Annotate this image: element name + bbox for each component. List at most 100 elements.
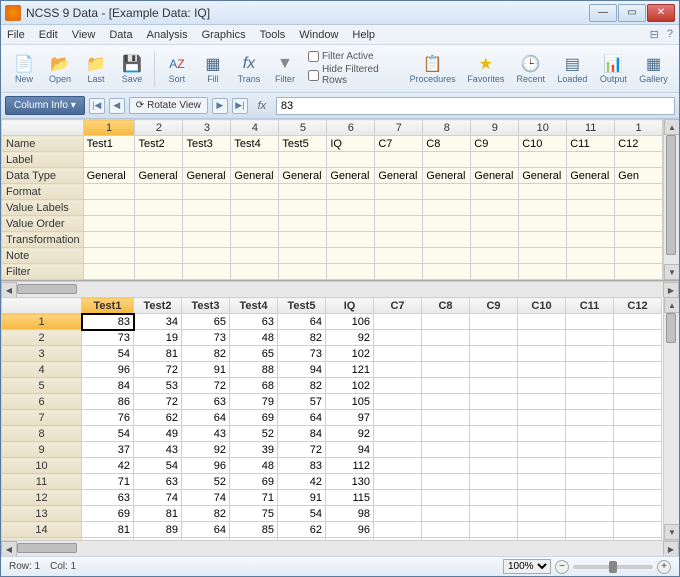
- data-col-header[interactable]: Test5: [278, 298, 326, 314]
- nav-first[interactable]: |◀: [89, 98, 105, 114]
- info-cell[interactable]: [231, 248, 279, 264]
- data-cell[interactable]: [374, 394, 422, 410]
- data-cell[interactable]: [374, 522, 422, 538]
- info-cell[interactable]: [83, 216, 135, 232]
- data-cell[interactable]: 54: [278, 506, 326, 522]
- data-cell[interactable]: [422, 314, 470, 330]
- data-cell[interactable]: 48: [230, 458, 278, 474]
- data-cell[interactable]: [374, 410, 422, 426]
- info-cell[interactable]: [471, 216, 519, 232]
- data-cell[interactable]: 69: [230, 474, 278, 490]
- trans-button[interactable]: fxTrans: [232, 48, 266, 90]
- formula-bar[interactable]: 83: [276, 97, 675, 115]
- data-cell[interactable]: [518, 314, 566, 330]
- data-cell[interactable]: [566, 314, 614, 330]
- data-cell[interactable]: 91: [278, 490, 326, 506]
- data-cell[interactable]: [566, 538, 614, 541]
- data-cell[interactable]: 42: [278, 474, 326, 490]
- info-cell[interactable]: [423, 152, 471, 168]
- data-cell[interactable]: 72: [182, 538, 230, 541]
- zoom-slider[interactable]: [573, 565, 653, 569]
- maximize-button[interactable]: ▭: [618, 4, 646, 22]
- data-cell[interactable]: [614, 314, 662, 330]
- data-cell[interactable]: 48: [230, 330, 278, 346]
- loaded-button[interactable]: ▤Loaded: [552, 48, 592, 90]
- data-cell[interactable]: [518, 330, 566, 346]
- info-cell[interactable]: [279, 232, 327, 248]
- data-cell[interactable]: [422, 362, 470, 378]
- info-cell[interactable]: [615, 152, 663, 168]
- info-cell[interactable]: [615, 232, 663, 248]
- data-cell[interactable]: 92: [326, 426, 374, 442]
- info-cell[interactable]: [231, 152, 279, 168]
- info-cell[interactable]: [183, 232, 231, 248]
- data-cell[interactable]: [566, 330, 614, 346]
- data-cell[interactable]: 54: [82, 426, 134, 442]
- info-cell[interactable]: [375, 216, 423, 232]
- data-cell[interactable]: 96: [82, 362, 134, 378]
- data-cell[interactable]: 81: [82, 522, 134, 538]
- data-cell[interactable]: [566, 474, 614, 490]
- data-cell[interactable]: [422, 474, 470, 490]
- data-cell[interactable]: [518, 522, 566, 538]
- data-cell[interactable]: 81: [134, 506, 182, 522]
- info-cell[interactable]: [567, 232, 615, 248]
- data-cell[interactable]: [614, 426, 662, 442]
- data-cell[interactable]: 81: [134, 346, 182, 362]
- info-cell[interactable]: [279, 200, 327, 216]
- data-cell[interactable]: 88: [230, 362, 278, 378]
- data-cell[interactable]: 63: [134, 474, 182, 490]
- data-cell[interactable]: 42: [82, 458, 134, 474]
- last-button[interactable]: 📁Last: [79, 48, 113, 90]
- info-cell[interactable]: [183, 264, 231, 280]
- data-cell[interactable]: [422, 538, 470, 541]
- data-cell[interactable]: 92: [182, 442, 230, 458]
- hide-filtered-checkbox[interactable]: Hide Filtered Rows: [308, 64, 401, 86]
- data-col-header[interactable]: Test4: [230, 298, 278, 314]
- info-row-header[interactable]: Note: [2, 248, 84, 264]
- data-cell[interactable]: 73: [182, 330, 230, 346]
- data-cell[interactable]: 74: [182, 490, 230, 506]
- data-cell[interactable]: [470, 522, 518, 538]
- data-cell[interactable]: [614, 362, 662, 378]
- data-cell[interactable]: [566, 506, 614, 522]
- data-cell[interactable]: 115: [326, 490, 374, 506]
- data-cell[interactable]: [566, 458, 614, 474]
- info-cell[interactable]: Test4: [231, 136, 279, 152]
- info-cell[interactable]: General: [83, 168, 135, 184]
- data-cell[interactable]: [374, 490, 422, 506]
- info-cell[interactable]: [567, 152, 615, 168]
- info-cell[interactable]: [83, 248, 135, 264]
- col-header[interactable]: 2: [135, 120, 183, 136]
- info-cell[interactable]: [279, 264, 327, 280]
- info-cell[interactable]: [327, 152, 375, 168]
- menu-file[interactable]: File: [7, 29, 25, 41]
- scroll-right-icon[interactable]: ▶: [663, 541, 679, 556]
- menu-graphics[interactable]: Graphics: [202, 29, 246, 41]
- data-cell[interactable]: [614, 346, 662, 362]
- data-cell[interactable]: 83: [82, 314, 134, 330]
- data-cell[interactable]: 106: [326, 314, 374, 330]
- data-col-header[interactable]: Test1: [82, 298, 134, 314]
- col-header[interactable]: 5: [279, 120, 327, 136]
- info-cell[interactable]: General: [567, 168, 615, 184]
- data-cell[interactable]: [470, 474, 518, 490]
- data-cell[interactable]: [614, 506, 662, 522]
- info-cell[interactable]: [471, 232, 519, 248]
- info-cell[interactable]: [83, 152, 135, 168]
- info-cell[interactable]: [327, 232, 375, 248]
- data-cell[interactable]: 86: [82, 394, 134, 410]
- data-row-header[interactable]: 5: [2, 378, 82, 394]
- info-cell[interactable]: [135, 216, 183, 232]
- info-cell[interactable]: [423, 200, 471, 216]
- data-cell[interactable]: 82: [182, 346, 230, 362]
- help-icon[interactable]: ?: [667, 28, 673, 41]
- info-cell[interactable]: C11: [567, 136, 615, 152]
- gallery-button[interactable]: ▦Gallery: [634, 48, 673, 90]
- menu-view[interactable]: View: [72, 29, 96, 41]
- recent-button[interactable]: 🕒Recent: [511, 48, 550, 90]
- data-cell[interactable]: [422, 426, 470, 442]
- data-cell[interactable]: [374, 426, 422, 442]
- data-cell[interactable]: [470, 346, 518, 362]
- data-cell[interactable]: [470, 538, 518, 541]
